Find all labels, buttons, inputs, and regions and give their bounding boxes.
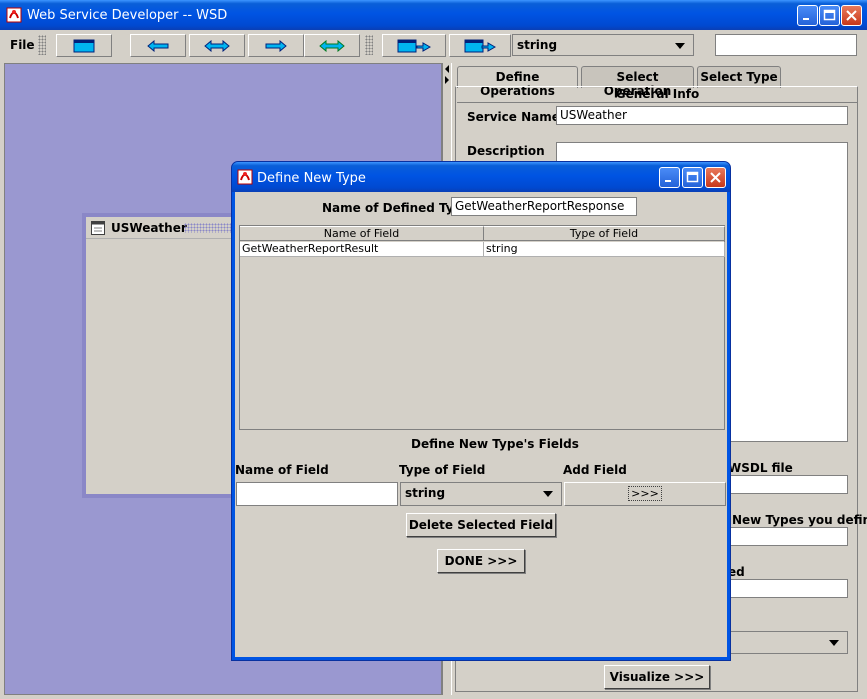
double-arrow-icon [204, 39, 230, 52]
minimize-icon [665, 180, 671, 182]
done-label: DONE >>> [444, 554, 518, 568]
maximize-icon [823, 9, 836, 21]
add-field-label: Add Field [563, 463, 627, 477]
name-of-field-label: Name of Field [235, 463, 329, 477]
add-field-button[interactable]: >>> [564, 482, 726, 506]
visualize-label: Visualize >>> [609, 670, 705, 684]
wsdl-file-field[interactable] [728, 475, 848, 494]
main-title-bar[interactable]: Web Service Developer -- WSD [0, 0, 867, 30]
close-icon [710, 172, 721, 183]
toolbar-grip-2[interactable] [365, 35, 373, 55]
collapse-left-icon [445, 65, 449, 73]
minimize-icon [803, 18, 809, 20]
window-title: Web Service Developer -- WSD [27, 8, 228, 23]
bottom-combo[interactable] [728, 631, 848, 654]
done-button[interactable]: DONE >>> [437, 549, 525, 573]
type-of-field-value: string [405, 486, 446, 500]
column-header-type[interactable]: Type of Field [484, 226, 725, 241]
delete-selected-field-button[interactable]: Delete Selected Field [406, 513, 556, 537]
tab-label: Select Type [700, 70, 778, 84]
general-info-header: General Info [457, 86, 858, 103]
type-of-field-combo[interactable]: string [400, 482, 562, 506]
arrow-left-button[interactable] [130, 34, 186, 57]
tab-select-type[interactable]: Select Type [697, 66, 781, 88]
arrow-right-icon [265, 39, 287, 52]
window-icon [73, 39, 95, 52]
app-icon [6, 7, 22, 23]
type-combo-value: string [517, 38, 558, 52]
type-of-field-label: Type of Field [399, 463, 486, 477]
new-types-field[interactable] [728, 527, 848, 546]
service-name-label: Service Name [467, 110, 560, 124]
service-name-field[interactable]: USWeather [556, 106, 848, 125]
dialog-minimize-button[interactable] [659, 167, 680, 188]
file-menu[interactable]: File [10, 38, 35, 52]
general-info-label: General Info [615, 87, 700, 101]
tab-define-operations[interactable]: Define Operations [457, 66, 578, 98]
maximize-button[interactable] [819, 5, 840, 26]
column-header-name[interactable]: Name of Field [240, 226, 484, 241]
close-icon [846, 10, 857, 21]
maximize-icon [686, 171, 699, 183]
delete-label: Delete Selected Field [408, 518, 554, 532]
chevron-down-icon [675, 43, 685, 49]
collapse-right-icon [445, 76, 449, 84]
internal-frame-title-bar[interactable]: USWeather [86, 217, 264, 239]
type-combo[interactable]: string [512, 34, 694, 56]
add-field-label-text: >>> [628, 486, 662, 501]
visualize-button[interactable]: Visualize >>> [604, 665, 710, 689]
internal-frame-usweather[interactable]: USWeather [82, 213, 264, 498]
frame-icon [91, 221, 105, 235]
new-types-label: New Types you define [732, 513, 867, 527]
double-arrow-green-icon [319, 39, 345, 52]
import-button[interactable] [382, 34, 446, 57]
dialog-maximize-button[interactable] [682, 167, 703, 188]
define-fields-header: Define New Type's Fields [411, 437, 579, 451]
app-icon [237, 169, 253, 185]
toolbar-search-field[interactable] [715, 34, 857, 56]
arrow-both-green-button[interactable] [304, 34, 360, 57]
internal-frame-title: USWeather [111, 221, 187, 235]
third-field[interactable] [728, 579, 848, 598]
toolbar-grip[interactable] [38, 35, 46, 55]
table-cell-type[interactable]: string [484, 242, 725, 257]
close-button[interactable] [841, 5, 862, 26]
define-new-type-dialog[interactable]: Define New Type Name of Defined Type Get… [231, 161, 731, 661]
window-arrow-in-icon [397, 39, 431, 52]
arrow-left-icon [147, 39, 169, 52]
minimize-button[interactable] [797, 5, 818, 26]
dialog-title: Define New Type [257, 171, 366, 186]
arrow-right-button[interactable] [248, 34, 304, 57]
description-label: Description [467, 144, 545, 158]
new-tab-button[interactable] [56, 34, 112, 57]
defined-type-label: Name of Defined Type [322, 201, 471, 215]
defined-type-field[interactable]: GetWeatherReportResponse [451, 197, 637, 216]
dialog-title-bar[interactable]: Define New Type [232, 162, 730, 192]
arrow-both-button[interactable] [189, 34, 245, 57]
export-button[interactable] [449, 34, 511, 57]
dialog-close-button[interactable] [705, 167, 726, 188]
table-cell-name[interactable]: GetWeatherReportResult [240, 242, 484, 257]
wsdl-file-label: WSDL file [728, 461, 793, 475]
chevron-down-icon [543, 491, 553, 497]
window-arrow-out-icon [464, 39, 496, 52]
fields-table[interactable]: Name of Field Type of Field GetWeatherRe… [239, 225, 725, 430]
chevron-down-icon [829, 640, 839, 646]
dialog-content: Name of Defined Type GetWeatherReportRes… [235, 192, 727, 657]
name-of-field-input[interactable] [236, 482, 398, 506]
tab-select-operation[interactable]: Select Operation [581, 66, 694, 98]
